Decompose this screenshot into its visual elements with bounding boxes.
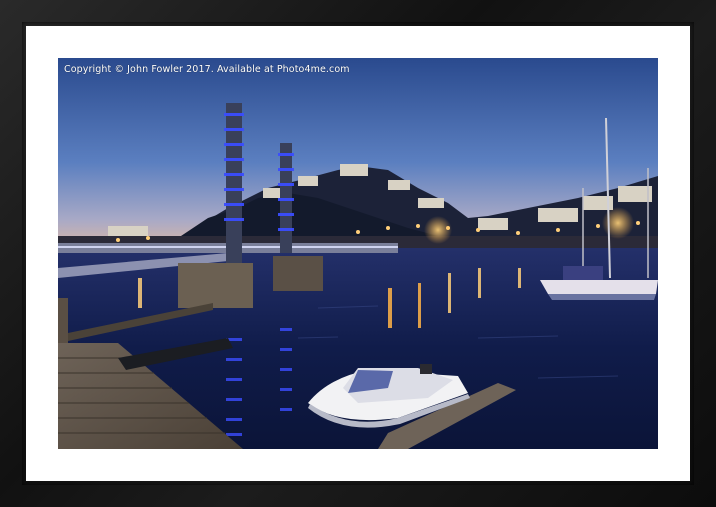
jetty-finger [58,298,68,343]
photo-scene [58,58,658,449]
harbour-photo: Copyright © John Fowler 2017. Available … [58,58,658,449]
copyright-watermark: Copyright © John Fowler 2017. Available … [64,64,350,75]
light-glow [424,216,452,244]
bridge-tower-left [224,103,244,268]
picture-frame: Copyright © John Fowler 2017. Available … [0,0,716,507]
bridge-tower-right [278,143,294,253]
bridge-pier-right [273,256,323,291]
bridge-pier [178,263,253,308]
light-glow [602,207,634,239]
